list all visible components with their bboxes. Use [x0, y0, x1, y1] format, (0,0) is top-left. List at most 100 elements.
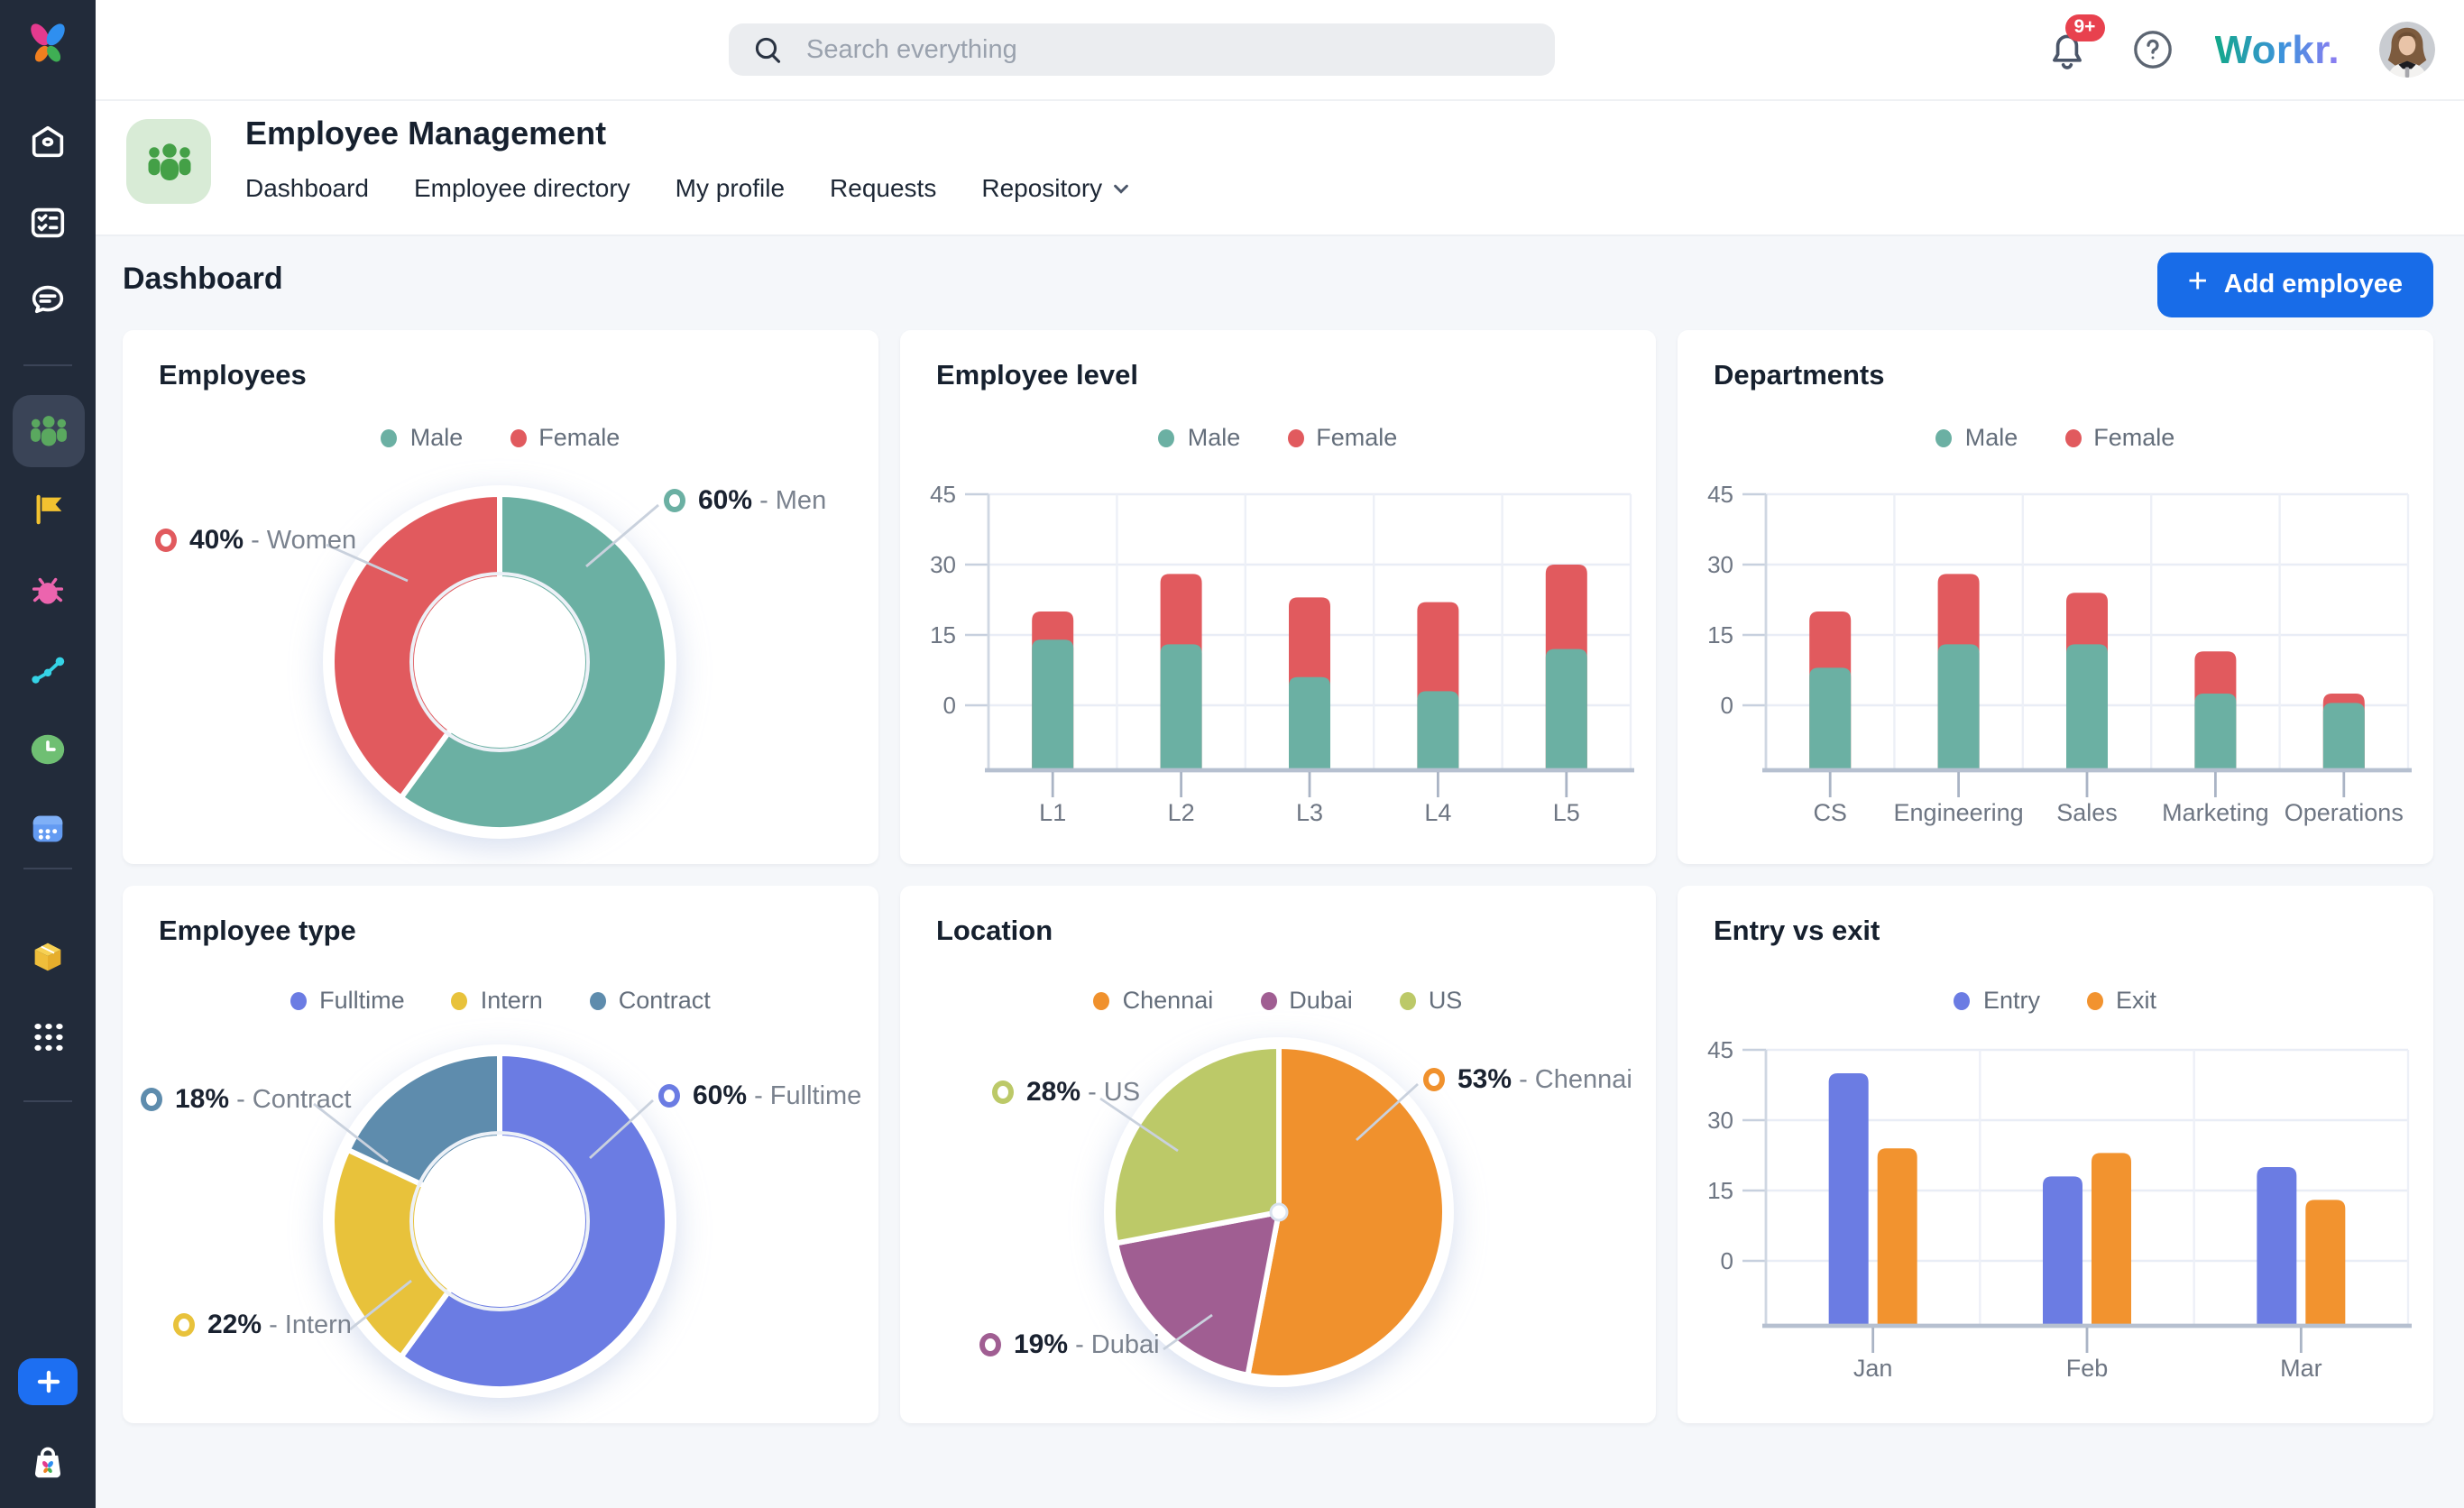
sidebar-item-schedule[interactable] — [0, 808, 96, 850]
avatar-image — [2379, 22, 2435, 78]
clock-icon — [27, 729, 69, 770]
legend-item: Fulltime — [290, 987, 405, 1014]
notifications-button[interactable]: 9+ — [2043, 26, 2090, 73]
svg-text:45: 45 — [930, 481, 956, 508]
legend-dot-icon — [290, 991, 307, 1009]
legend-dot-icon — [1287, 428, 1303, 446]
svg-text:Jan: Jan — [1853, 1355, 1893, 1382]
main-content: Dashboard + Add employee Employees MaleF… — [96, 236, 2464, 1508]
sidebar-divider — [23, 1100, 72, 1102]
callout-ring-icon — [141, 1088, 162, 1111]
pie-callout-label: 60%- Men — [664, 485, 826, 516]
sidebar-item-flag[interactable] — [0, 489, 96, 530]
card-departments: Departments 4530150CSEngineeringSalesMar… — [1678, 330, 2433, 864]
svg-text:L3: L3 — [1296, 799, 1323, 826]
sidebar-item-home[interactable] — [0, 121, 96, 162]
help-icon — [2129, 27, 2174, 72]
legend-dot-icon — [382, 428, 398, 446]
legend-dot-icon — [1400, 991, 1416, 1009]
topbar: 9+ Workr. — [96, 0, 2464, 101]
sidebar-item-chat[interactable] — [0, 280, 96, 321]
legend-dot-icon — [1094, 991, 1110, 1009]
people-icon — [25, 408, 72, 455]
pie-callout-label: 28%- US — [992, 1077, 1140, 1108]
svg-text:45: 45 — [1707, 1036, 1733, 1063]
legend-item: Entry — [1954, 987, 2040, 1014]
legend-item: Intern — [452, 987, 543, 1014]
svg-text:Engineering: Engineering — [1894, 799, 2024, 826]
search-bar[interactable] — [729, 23, 1555, 76]
callout-ring-icon — [173, 1313, 195, 1337]
sidebar — [0, 0, 96, 1508]
departments-bar-chart: 4530150CSEngineeringSalesMarketingOperat… — [1678, 330, 2433, 864]
search-icon — [752, 33, 785, 66]
package-icon — [27, 936, 69, 978]
svg-text:0: 0 — [943, 692, 956, 719]
sidebar-item-analytics[interactable] — [0, 649, 96, 691]
chart-legend: MaleFemale — [900, 424, 1656, 451]
page-title: Dashboard — [123, 262, 283, 298]
callout-ring-icon — [658, 1084, 680, 1108]
add-employee-button[interactable]: + Add employee — [2157, 253, 2433, 317]
avatar[interactable] — [2379, 22, 2435, 78]
svg-text:30: 30 — [1707, 551, 1733, 578]
help-button[interactable] — [2129, 27, 2174, 72]
sidebar-add-button[interactable] — [18, 1358, 78, 1405]
trend-icon — [27, 649, 69, 691]
callout-ring-icon — [979, 1333, 1001, 1356]
app-header: Employee Management Dashboard Employee d… — [96, 101, 2464, 236]
tab-employee-directory[interactable]: Employee directory — [414, 173, 630, 202]
sidebar-item-marketplace[interactable] — [0, 1439, 96, 1485]
tab-repository[interactable]: Repository — [981, 173, 1131, 202]
svg-text:30: 30 — [1707, 1107, 1733, 1134]
sidebar-item-time[interactable] — [0, 729, 96, 770]
svg-text:L1: L1 — [1039, 799, 1066, 826]
legend-dot-icon — [2087, 991, 2103, 1009]
employee-level-bar-chart: 4530150L1L2L3L4L5 — [900, 330, 1656, 864]
legend-item: Male — [1936, 424, 2018, 451]
svg-text:Feb: Feb — [2066, 1355, 2109, 1382]
sidebar-item-employees-active[interactable] — [13, 395, 85, 467]
pie-callout-label: 60%- Fulltime — [658, 1080, 861, 1111]
bug-icon — [27, 570, 69, 611]
flag-icon — [27, 489, 69, 530]
search-input[interactable] — [803, 33, 1495, 66]
legend-dot-icon — [590, 991, 606, 1009]
plus-icon — [35, 1369, 60, 1394]
svg-text:30: 30 — [930, 551, 956, 578]
sidebar-item-packages[interactable] — [0, 936, 96, 978]
app-window: 9+ Workr. — [0, 0, 2464, 1508]
tab-requests[interactable]: Requests — [830, 173, 936, 202]
tab-my-profile[interactable]: My profile — [676, 173, 785, 202]
brand-logo-icon[interactable] — [20, 16, 76, 72]
legend-dot-icon — [452, 991, 468, 1009]
people-icon — [142, 134, 196, 188]
chart-legend: MaleFemale — [1678, 424, 2433, 451]
legend-item: US — [1400, 987, 1463, 1014]
pie-callout-label: 53%- Chennai — [1423, 1064, 1632, 1095]
sidebar-item-apps[interactable] — [0, 1017, 96, 1057]
svg-text:15: 15 — [1707, 1177, 1733, 1204]
svg-text:Operations: Operations — [2285, 799, 2404, 826]
svg-text:L2: L2 — [1168, 799, 1195, 826]
callout-ring-icon — [992, 1080, 1014, 1104]
card-location: Location ChennaiDubaiUS 53%- Chennai19%-… — [900, 886, 1656, 1423]
chart-legend: EntryExit — [1678, 987, 2433, 1014]
svg-text:15: 15 — [930, 621, 956, 648]
svg-text:0: 0 — [1721, 1247, 1733, 1274]
sidebar-item-bugs[interactable] — [0, 570, 96, 611]
legend-item: Female — [1287, 424, 1397, 451]
card-employee-type: Employee type FulltimeInternContract 60%… — [123, 886, 878, 1423]
legend-dot-icon — [1936, 428, 1953, 446]
legend-dot-icon — [1260, 991, 1276, 1009]
callout-ring-icon — [155, 529, 177, 552]
legend-dot-icon — [1954, 991, 1971, 1009]
tab-dashboard[interactable]: Dashboard — [245, 173, 369, 202]
sidebar-item-tasks[interactable] — [0, 202, 96, 244]
chevron-down-icon — [1111, 178, 1131, 198]
chart-legend: ChennaiDubaiUS — [900, 987, 1656, 1014]
svg-text:Sales: Sales — [2056, 799, 2118, 826]
legend-dot-icon — [1159, 428, 1175, 446]
apps-grid-icon — [28, 1017, 68, 1057]
pie-callout-label: 40%- Women — [155, 525, 356, 556]
